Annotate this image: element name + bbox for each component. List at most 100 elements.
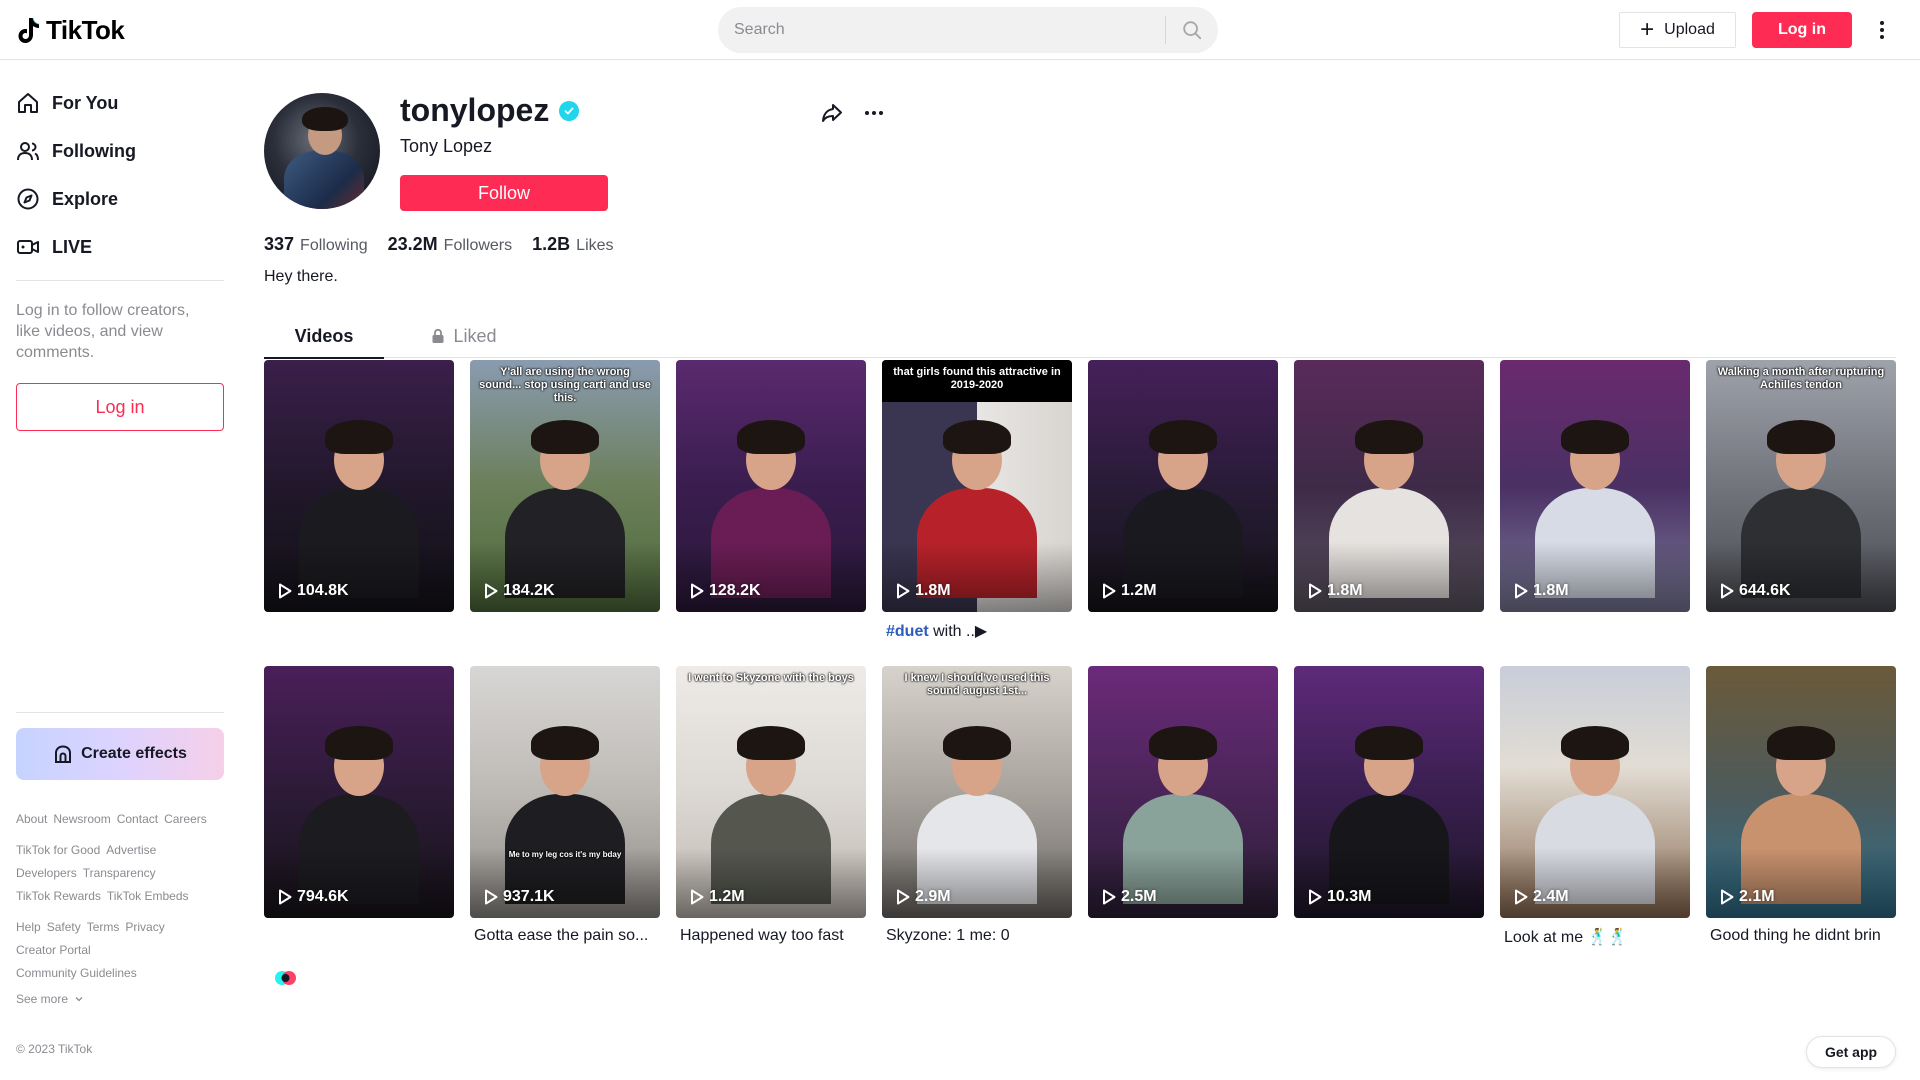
header-login-button[interactable]: Log in	[1752, 12, 1852, 48]
play-icon	[897, 889, 910, 905]
tab-videos[interactable]: Videos	[264, 314, 384, 359]
footer-link[interactable]: Community Guidelines	[16, 966, 137, 980]
video-card[interactable]: Walking a month after rupturing Achilles…	[1706, 360, 1896, 612]
video-card[interactable]: I went to Skyzone with the boys 1.2M Happe…	[676, 666, 866, 945]
sidebar-item-explore[interactable]: Explore	[16, 179, 118, 219]
see-more-toggle[interactable]: See more	[16, 992, 84, 1006]
video-view-count: 10.3M	[1308, 888, 1371, 906]
video-card[interactable]: 2.1M Good thing he didnt brin	[1706, 666, 1896, 945]
video-thumbnail[interactable]: Me to my leg cos it's my bday 937.1K	[470, 666, 660, 918]
search-button[interactable]	[1166, 7, 1218, 53]
video-card[interactable]: 794.6K	[264, 666, 454, 918]
video-thumbnail[interactable]: 10.3M	[1294, 666, 1484, 918]
video-view-count: 2.9M	[896, 888, 951, 906]
video-thumbnail[interactable]: 1.8M	[1500, 360, 1690, 612]
video-thumbnail[interactable]: I went to Skyzone with the boys 1.2M	[676, 666, 866, 918]
video-description[interactable]: #duet with ..▶	[882, 621, 1072, 641]
video-thumbnail[interactable]: 128.2K	[676, 360, 866, 612]
thumbnail-shade	[1500, 542, 1690, 612]
video-thumbnail[interactable]: 2.4M	[1500, 666, 1690, 918]
more-options-icon[interactable]	[1868, 12, 1896, 48]
followers-count: 23.2M	[387, 234, 438, 254]
footer-link[interactable]: Developers	[16, 866, 77, 880]
video-thumbnail[interactable]: I knew I should've used this sound augus…	[882, 666, 1072, 918]
video-description[interactable]: Skyzone: 1 me: 0	[882, 927, 1072, 945]
video-card[interactable]: I knew I should've used this sound augus…	[882, 666, 1072, 945]
video-description-text: Happened way too fast	[680, 927, 844, 944]
footer-link[interactable]: Advertise	[106, 843, 156, 857]
logo-text: TikTok	[46, 14, 125, 45]
footer-link[interactable]: TikTok Rewards	[16, 889, 101, 903]
likes-stat: 1.2B Likes	[532, 234, 613, 255]
followers-stat[interactable]: 23.2M Followers	[388, 234, 513, 255]
hashtag-link[interactable]: #duet	[886, 623, 929, 640]
followers-label: Followers	[443, 237, 513, 254]
view-count-label: 2.5M	[1121, 888, 1157, 905]
tiktok-logo[interactable]: TikTok	[16, 14, 125, 46]
share-icon[interactable]	[820, 101, 844, 125]
footer-link[interactable]: Terms	[87, 920, 120, 934]
plus-icon: +	[1640, 16, 1655, 43]
video-thumbnail[interactable]: 794.6K	[264, 666, 454, 918]
sidebar-item-label: LIVE	[52, 236, 93, 257]
video-view-count: 1.8M	[1308, 582, 1363, 600]
video-description[interactable]: Happened way too fast	[676, 927, 866, 945]
footer-link[interactable]: Newsroom	[53, 812, 110, 826]
view-count-label: 1.8M	[1327, 582, 1363, 599]
footer-links-row: Community Guidelines	[16, 966, 137, 980]
view-count-label: 184.2K	[503, 582, 555, 599]
video-card[interactable]: Y'all are using the wrong sound... stop …	[470, 360, 660, 612]
video-thumbnail[interactable]: 104.8K	[264, 360, 454, 612]
footer-link[interactable]: Careers	[164, 812, 207, 826]
video-description[interactable]: Gotta ease the pain so...	[470, 927, 660, 945]
video-thumbnail[interactable]: 1.2M	[1088, 360, 1278, 612]
video-card[interactable]: 128.2K	[676, 360, 866, 612]
footer-link[interactable]: About	[16, 812, 47, 826]
sidebar-item-live[interactable]: LIVE	[16, 227, 92, 267]
search-input[interactable]	[718, 7, 1165, 53]
footer-link[interactable]: Help	[16, 920, 41, 934]
video-card[interactable]: that girls found this attractive in 2019…	[882, 360, 1072, 641]
video-thumbnail[interactable]: 2.5M	[1088, 666, 1278, 918]
video-thumbnail[interactable]: that girls found this attractive in 2019…	[882, 360, 1072, 612]
footer-link[interactable]: Transparency	[83, 866, 156, 880]
video-card[interactable]: 10.3M	[1294, 666, 1484, 918]
follow-button[interactable]: Follow	[400, 175, 608, 211]
tab-liked[interactable]: Liked	[404, 314, 524, 358]
create-effects-label: Create effects	[81, 745, 187, 762]
footer-link[interactable]: Creator Portal	[16, 943, 91, 957]
view-count-label: 937.1K	[503, 888, 555, 905]
get-app-button[interactable]: Get app	[1806, 1036, 1896, 1068]
video-description-text: Skyzone: 1 me: 0	[886, 927, 1010, 944]
video-thumbnail[interactable]: Walking a month after rupturing Achilles…	[1706, 360, 1896, 612]
sidebar-login-button[interactable]: Log in	[16, 383, 224, 431]
create-effects-button[interactable]: Create effects	[16, 728, 224, 780]
video-description[interactable]: Look at me 🕺🕺	[1500, 927, 1690, 947]
video-thumbnail[interactable]: Y'all are using the wrong sound... stop …	[470, 360, 660, 612]
view-count-label: 1.2M	[1121, 582, 1157, 599]
upload-button[interactable]: + Upload	[1619, 12, 1736, 48]
play-icon	[279, 583, 292, 599]
video-thumbnail[interactable]: 2.1M	[1706, 666, 1896, 918]
video-description[interactable]: Good thing he didnt brin	[1706, 927, 1896, 945]
sidebar-item-following[interactable]: Following	[16, 131, 136, 171]
sidebar-item-for-you[interactable]: For You	[16, 83, 118, 123]
footer-link[interactable]: TikTok for Good	[16, 843, 100, 857]
video-card[interactable]: 2.5M	[1088, 666, 1278, 918]
footer-link[interactable]: TikTok Embeds	[107, 889, 189, 903]
view-count-label: 794.6K	[297, 888, 349, 905]
footer-link[interactable]: Privacy	[125, 920, 164, 934]
footer-link[interactable]: Safety	[47, 920, 81, 934]
video-thumbnail[interactable]: 1.8M	[1294, 360, 1484, 612]
video-card[interactable]: 1.8M	[1294, 360, 1484, 612]
video-card[interactable]: 1.2M	[1088, 360, 1278, 612]
video-card[interactable]: Me to my leg cos it's my bday 937.1K Gotta…	[470, 666, 660, 945]
profile-more-icon[interactable]	[862, 101, 886, 125]
footer-link[interactable]: Contact	[117, 812, 158, 826]
video-card[interactable]: 1.8M	[1500, 360, 1690, 612]
video-card[interactable]: 2.4M Look at me 🕺🕺	[1500, 666, 1690, 947]
play-icon	[279, 889, 292, 905]
sidebar-item-label: For You	[52, 92, 119, 113]
video-card[interactable]: 104.8K	[264, 360, 454, 612]
following-stat[interactable]: 337 Following	[264, 234, 368, 255]
